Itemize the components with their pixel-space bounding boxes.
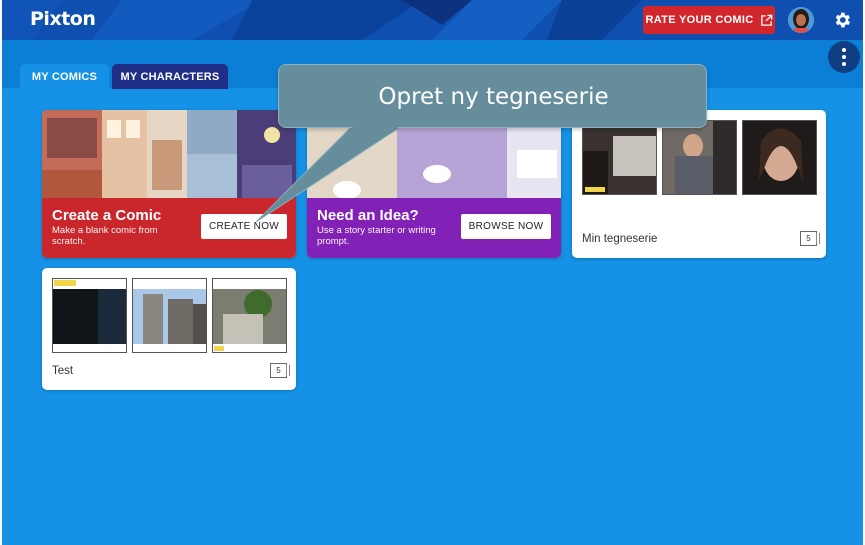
comic-panel-thumbnail bbox=[212, 278, 287, 353]
tab-my-characters[interactable]: MY CHARACTERS bbox=[112, 64, 228, 89]
tooltip-text: Opret ny tegneserie bbox=[378, 84, 609, 110]
comic-title: Min tegneserie bbox=[582, 233, 658, 245]
user-avatar[interactable] bbox=[788, 7, 814, 33]
need-idea-subtitle: Use a story starter or writing prompt. bbox=[317, 225, 436, 247]
need-idea-card[interactable]: Need an Idea? Use a story starter or wri… bbox=[307, 110, 561, 258]
comic-panel-thumbnail bbox=[52, 278, 127, 353]
comic-panel-thumbnail bbox=[582, 120, 657, 195]
tutorial-tooltip: Opret ny tegneserie bbox=[278, 64, 707, 128]
gear-icon[interactable] bbox=[832, 10, 852, 30]
pixton-logo[interactable]: Pixton bbox=[30, 8, 96, 30]
create-comic-title: Create a Comic bbox=[52, 207, 162, 224]
rate-button-label: RATE YOUR COMIC bbox=[645, 14, 754, 26]
create-comic-subtitle: Make a blank comic from scratch. bbox=[52, 225, 158, 247]
need-idea-title: Need an Idea? bbox=[317, 207, 419, 224]
comic-title: Test bbox=[52, 365, 74, 377]
rate-your-comic-button[interactable]: RATE YOUR COMIC bbox=[643, 6, 775, 34]
comic-card-test[interactable]: Test 5 bbox=[42, 268, 296, 390]
comic-panel-thumbnail bbox=[742, 120, 817, 195]
external-link-icon bbox=[760, 14, 772, 26]
comic-panel-thumbnail bbox=[662, 120, 737, 195]
tab-my-comics[interactable]: MY COMICS bbox=[20, 64, 109, 89]
comic-panel-thumbnail bbox=[132, 278, 207, 353]
create-comic-artwork bbox=[42, 110, 296, 198]
comic-thumbnails bbox=[52, 278, 287, 353]
app-window: Pixton RATE YOUR COMIC MY COMICS MY CHAR… bbox=[2, 0, 863, 545]
create-now-button[interactable]: CREATE NOW bbox=[201, 214, 287, 239]
create-comic-card[interactable]: Create a Comic Make a blank comic from s… bbox=[42, 110, 296, 258]
panel-count-badge: 5 bbox=[800, 231, 820, 246]
browse-now-button[interactable]: BROWSE NOW bbox=[461, 214, 551, 239]
comic-thumbnails bbox=[582, 120, 817, 195]
top-header: Pixton RATE YOUR COMIC bbox=[2, 0, 863, 40]
comic-card-min-tegneserie[interactable]: Min tegneserie 5 bbox=[572, 110, 826, 258]
panel-count-badge: 5 bbox=[270, 363, 290, 378]
more-options-button[interactable] bbox=[828, 41, 860, 73]
